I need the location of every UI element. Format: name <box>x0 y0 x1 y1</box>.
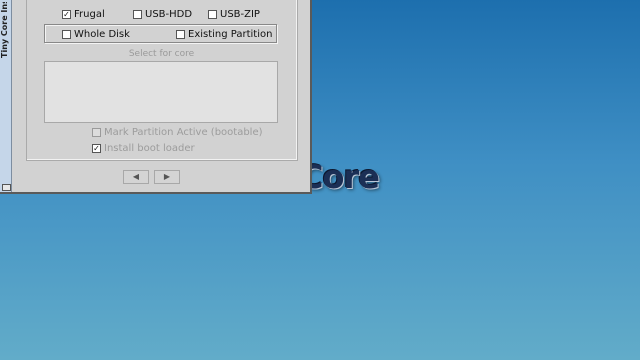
installer-content: ✓ Frugal USB-HDD USB-ZIP Whole Disk Exis… <box>12 0 310 192</box>
whole-disk-checkbox[interactable] <box>62 30 71 39</box>
existing-partition-checkbox[interactable] <box>176 30 185 39</box>
usb-hdd-option[interactable]: USB-HDD <box>133 9 192 20</box>
mark-active-label: Mark Partition Active (bootable) <box>104 127 263 138</box>
frugal-option[interactable]: ✓ Frugal <box>62 9 105 20</box>
mark-active-option: Mark Partition Active (bootable) <box>92 127 263 138</box>
partition-listbox[interactable] <box>44 61 278 123</box>
window-title-bar[interactable]: Tiny Core Insta <box>0 0 12 192</box>
usb-hdd-label: USB-HDD <box>145 9 193 20</box>
installer-window: Tiny Core Insta ✓ Frugal USB-HDD USB-ZIP… <box>0 0 312 194</box>
usb-zip-option[interactable]: USB-ZIP <box>208 9 260 20</box>
existing-partition-option[interactable]: Existing Partition <box>176 29 272 40</box>
window-title: Tiny Core Insta <box>0 2 9 58</box>
window-minimize-button[interactable] <box>2 184 11 191</box>
boot-loader-label: Install boot loader <box>104 143 195 154</box>
next-arrow-icon: ▶ <box>163 172 171 181</box>
frugal-label: Frugal <box>74 9 105 20</box>
mark-active-checkbox <box>92 128 101 137</box>
usb-zip-checkbox[interactable] <box>208 10 217 19</box>
frugal-checkbox[interactable]: ✓ <box>62 10 71 19</box>
back-button[interactable]: ◀ <box>123 170 149 184</box>
back-arrow-icon: ◀ <box>132 172 140 181</box>
usb-zip-label: USB-ZIP <box>220 9 260 20</box>
select-for-core-label: Select for core <box>128 49 195 59</box>
existing-partition-label: Existing Partition <box>188 29 273 40</box>
next-button[interactable]: ▶ <box>154 170 180 184</box>
boot-loader-option: ✓ Install boot loader <box>92 143 195 154</box>
boot-loader-checkbox: ✓ <box>92 144 101 153</box>
whole-disk-option[interactable]: Whole Disk <box>62 29 130 40</box>
usb-hdd-checkbox[interactable] <box>133 10 142 19</box>
whole-disk-label: Whole Disk <box>74 29 130 40</box>
